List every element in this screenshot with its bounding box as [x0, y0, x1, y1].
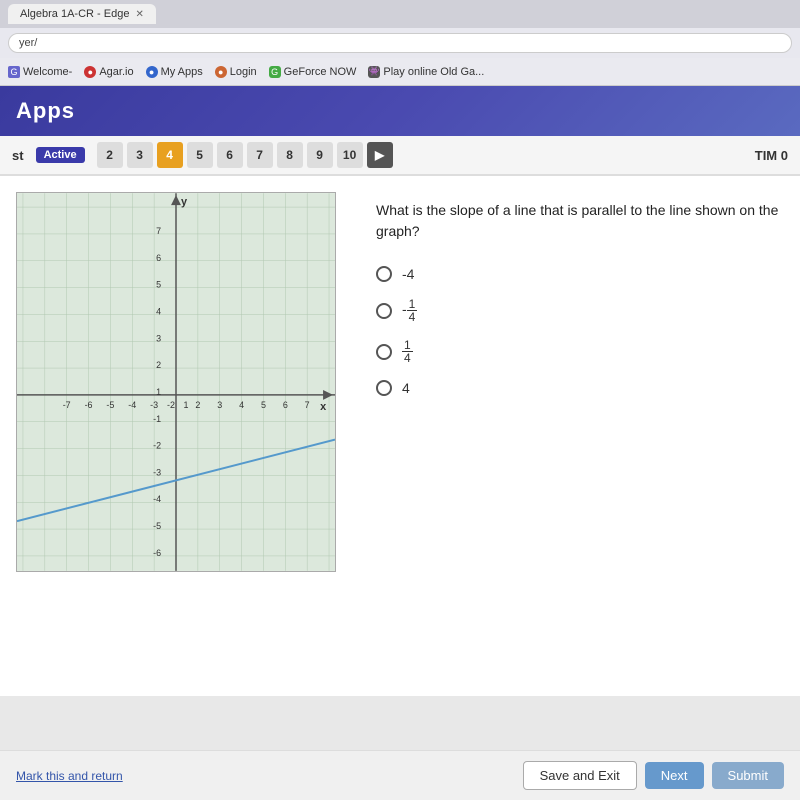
- svg-text:7: 7: [156, 226, 161, 236]
- graph-svg: y x 7 6 5 4 3 2 1 -1 -2 -3 -4 -5 -6 -4 -…: [17, 193, 335, 571]
- svg-text:-6: -6: [85, 400, 93, 410]
- q-num-6[interactable]: 6: [217, 142, 243, 168]
- question-text: What is the slope of a line that is para…: [376, 200, 784, 242]
- option-3[interactable]: 1 4: [376, 339, 784, 364]
- address-bar: [0, 28, 800, 58]
- q-num-3[interactable]: 3: [127, 142, 153, 168]
- address-input[interactable]: [8, 33, 792, 53]
- bookmark-playold[interactable]: 👾 Play online Old Ga...: [368, 66, 484, 78]
- svg-text:-1: -1: [153, 414, 161, 424]
- radio-4[interactable]: [376, 380, 392, 396]
- svg-text:1: 1: [183, 400, 188, 410]
- timer-label: TIM: [755, 148, 777, 163]
- svg-text:-6: -6: [153, 548, 161, 558]
- option-2-label: - 1 4: [402, 298, 417, 323]
- mark-return-link[interactable]: Mark this and return: [16, 769, 123, 783]
- q-num-4[interactable]: 4: [157, 142, 183, 168]
- question-bar-left: st Active 2 3 4 5 6 7 8 9 10 ▶: [12, 142, 393, 168]
- svg-text:-5: -5: [153, 521, 161, 531]
- submit-button[interactable]: Submit: [712, 762, 784, 789]
- timer-value: 0: [781, 148, 788, 163]
- q-nav-next[interactable]: ▶: [367, 142, 393, 168]
- svg-text:-7: -7: [63, 400, 71, 410]
- save-exit-button[interactable]: Save and Exit: [523, 761, 637, 790]
- bottom-buttons: Save and Exit Next Submit: [523, 761, 784, 790]
- bookmark-myapps-label: My Apps: [161, 66, 203, 78]
- browser-tab-bar: Algebra 1A-CR - Edge ✕: [0, 0, 800, 28]
- login-icon: ●: [215, 66, 227, 78]
- svg-text:5: 5: [156, 280, 161, 290]
- geforce-icon: G: [269, 66, 281, 78]
- q-num-9[interactable]: 9: [307, 142, 333, 168]
- bookmarks-bar: G Welcome- ● Agar.io ● My Apps ● Login G…: [0, 58, 800, 86]
- svg-text:1: 1: [156, 387, 161, 397]
- graph-container: y x 7 6 5 4 3 2 1 -1 -2 -3 -4 -5 -6 -4 -…: [16, 192, 336, 572]
- option-2[interactable]: - 1 4: [376, 298, 784, 323]
- svg-text:6: 6: [156, 253, 161, 263]
- app-title: Apps: [16, 98, 75, 124]
- bookmark-playold-label: Play online Old Ga...: [383, 66, 484, 78]
- svg-text:2: 2: [195, 400, 200, 410]
- timer-section: TIM 0: [755, 148, 788, 163]
- option-4[interactable]: 4: [376, 380, 784, 396]
- option-1[interactable]: -4: [376, 266, 784, 282]
- playold-icon: 👾: [368, 66, 380, 78]
- q-num-7[interactable]: 7: [247, 142, 273, 168]
- bottom-bar: Mark this and return Save and Exit Next …: [0, 750, 800, 800]
- svg-text:y: y: [181, 196, 188, 208]
- tab-close-icon[interactable]: ✕: [135, 9, 143, 20]
- bookmark-login-label: Login: [230, 66, 257, 78]
- fraction-neg-quarter: 1 4: [407, 298, 418, 323]
- svg-text:7: 7: [305, 400, 310, 410]
- option-4-label: 4: [402, 380, 410, 396]
- active-badge: Active: [36, 147, 85, 163]
- svg-text:4: 4: [156, 306, 161, 316]
- svg-text:5: 5: [261, 400, 266, 410]
- svg-text:-3: -3: [153, 467, 161, 477]
- next-button[interactable]: Next: [645, 762, 704, 789]
- svg-text:-5: -5: [106, 400, 114, 410]
- radio-1[interactable]: [376, 266, 392, 282]
- myapps-icon: ●: [146, 66, 158, 78]
- q-num-5[interactable]: 5: [187, 142, 213, 168]
- svg-text:-2: -2: [167, 400, 175, 410]
- svg-text:-2: -2: [153, 441, 161, 451]
- svg-text:-4: -4: [128, 400, 136, 410]
- bookmark-login[interactable]: ● Login: [215, 66, 257, 78]
- q-num-10[interactable]: 10: [337, 142, 363, 168]
- main-content: y x 7 6 5 4 3 2 1 -1 -2 -3 -4 -5 -6 -4 -…: [0, 176, 800, 696]
- fraction-pos-quarter: 1 4: [402, 339, 413, 364]
- graph-section: y x 7 6 5 4 3 2 1 -1 -2 -3 -4 -5 -6 -4 -…: [16, 192, 356, 680]
- bookmark-myapps[interactable]: ● My Apps: [146, 66, 203, 78]
- q-num-2[interactable]: 2: [97, 142, 123, 168]
- option-3-label: 1 4: [402, 339, 413, 364]
- svg-text:3: 3: [217, 400, 222, 410]
- question-bar: st Active 2 3 4 5 6 7 8 9 10 ▶ TIM 0: [0, 136, 800, 176]
- radio-2[interactable]: [376, 303, 392, 319]
- active-tab[interactable]: Algebra 1A-CR - Edge ✕: [8, 4, 156, 24]
- svg-text:6: 6: [283, 400, 288, 410]
- status-text: st: [12, 148, 24, 163]
- svg-text:2: 2: [156, 360, 161, 370]
- agar-icon: ●: [84, 66, 96, 78]
- welcome-icon: G: [8, 66, 20, 78]
- radio-3[interactable]: [376, 344, 392, 360]
- option-1-label: -4: [402, 266, 414, 282]
- app-header: Apps: [0, 86, 800, 136]
- q-num-8[interactable]: 8: [277, 142, 303, 168]
- svg-text:4: 4: [239, 400, 244, 410]
- tab-label: Algebra 1A-CR - Edge: [20, 8, 129, 20]
- question-section: What is the slope of a line that is para…: [376, 192, 784, 680]
- bookmark-welcome[interactable]: G Welcome-: [8, 66, 72, 78]
- svg-text:3: 3: [156, 333, 161, 343]
- bookmark-geforce[interactable]: G GeForce NOW: [269, 66, 357, 78]
- svg-text:-3: -3: [150, 400, 158, 410]
- svg-text:-4: -4: [153, 494, 161, 504]
- bookmark-agar-label: Agar.io: [99, 66, 133, 78]
- answer-options: -4 - 1 4 1 4: [376, 266, 784, 396]
- svg-text:x: x: [320, 401, 326, 413]
- bookmark-welcome-label: Welcome-: [23, 66, 72, 78]
- bookmark-geforce-label: GeForce NOW: [284, 66, 357, 78]
- bookmark-agar[interactable]: ● Agar.io: [84, 66, 133, 78]
